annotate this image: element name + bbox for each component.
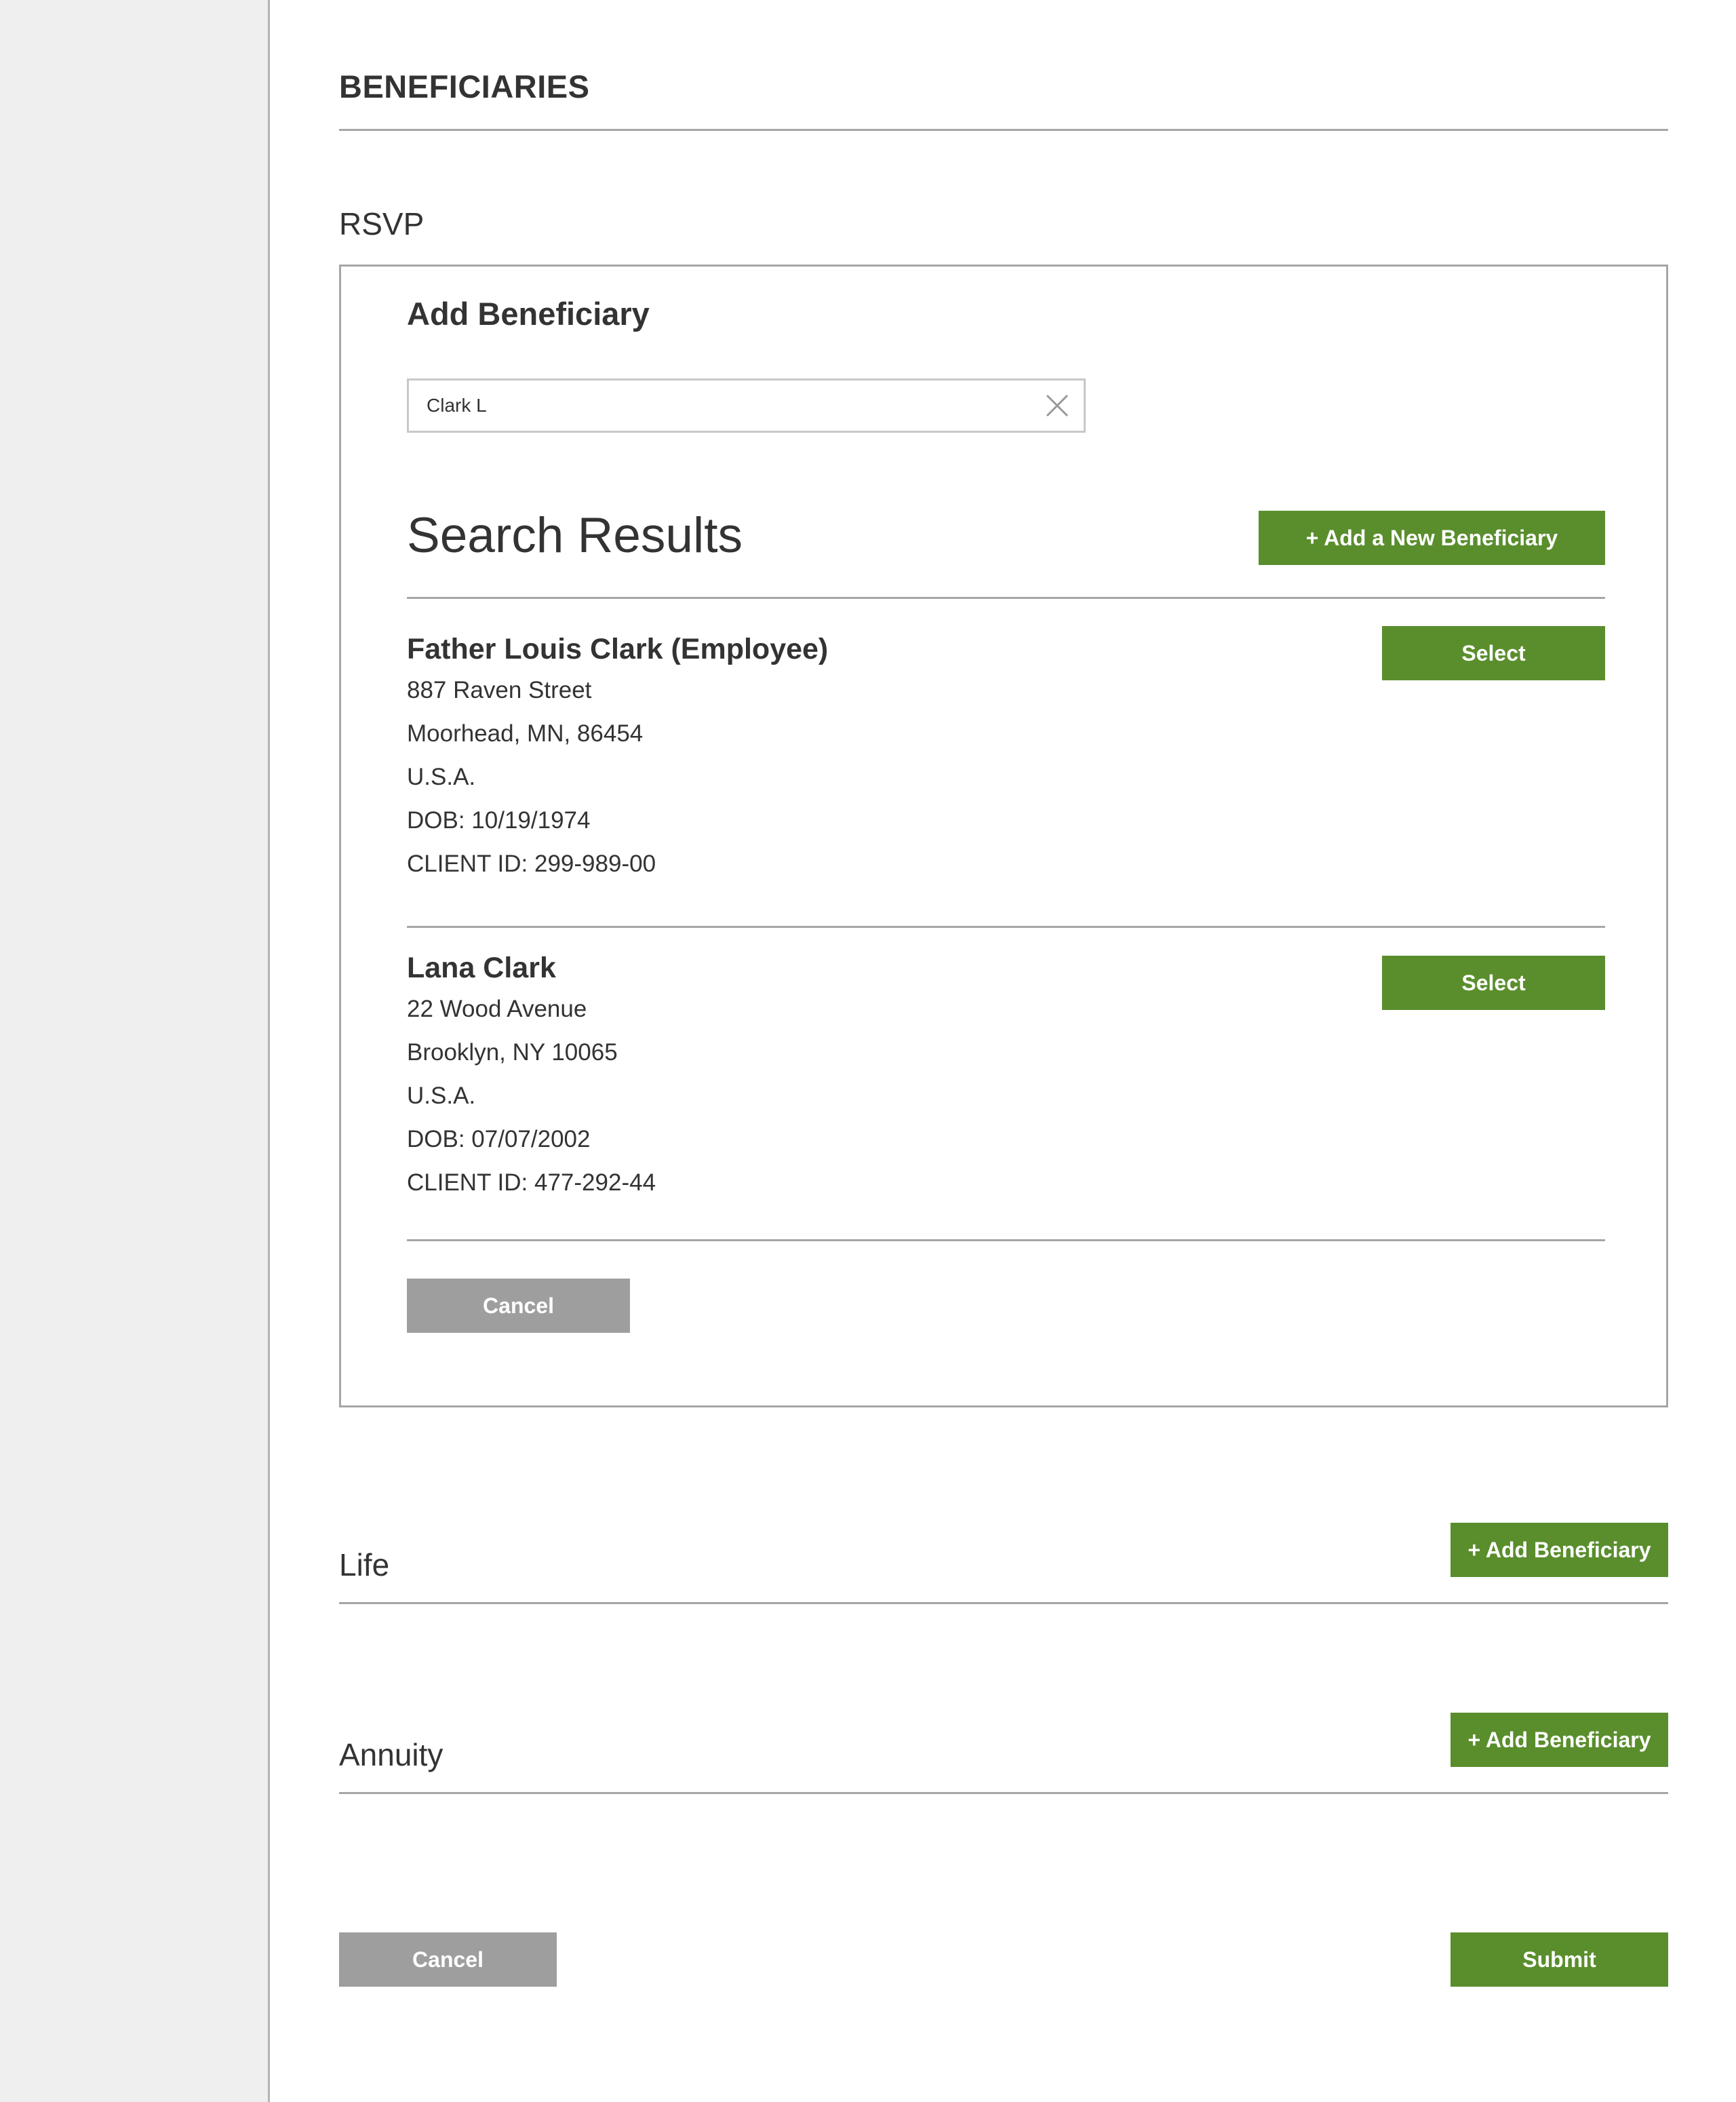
beneficiary-search-input[interactable] [427, 381, 1037, 431]
select-button[interactable]: Select [1382, 956, 1605, 1010]
annuity-add-beneficiary-button[interactable]: + Add Beneficiary [1451, 1713, 1668, 1767]
result-address-line2: Moorhead, MN, 86454 [407, 720, 644, 747]
submit-button[interactable]: Submit [1451, 1932, 1668, 1987]
rsvp-section-label: RSVP [339, 206, 425, 241]
life-divider [339, 1602, 1668, 1604]
result-dob: DOB: 07/07/2002 [407, 1126, 591, 1152]
result-name: Father Louis Clark (Employee) [407, 633, 829, 665]
result-dob: DOB: 10/19/1974 [407, 807, 591, 834]
result-client-id: CLIENT ID: 299-989-00 [407, 851, 656, 877]
annuity-divider [339, 1792, 1668, 1794]
annuity-section-label: Annuity [339, 1737, 443, 1772]
search-results-heading: Search Results [407, 508, 743, 563]
panel-cancel-button[interactable]: Cancel [407, 1279, 630, 1333]
close-icon[interactable] [1044, 393, 1070, 419]
add-new-beneficiary-button[interactable]: + Add a New Beneficiary [1259, 511, 1605, 565]
life-add-beneficiary-button[interactable]: + Add Beneficiary [1451, 1523, 1668, 1577]
result-address-line1: 887 Raven Street [407, 677, 592, 703]
beneficiary-search-box [407, 378, 1086, 433]
add-beneficiary-panel: Add Beneficiary Search Results + Add a N… [339, 265, 1668, 1407]
page-title: BENEFICIARIES [339, 69, 590, 104]
result-country: U.S.A. [407, 764, 476, 790]
results-end-divider [407, 1239, 1605, 1241]
result-divider [407, 926, 1605, 928]
select-button[interactable]: Select [1382, 626, 1605, 680]
result-address-line1: 22 Wood Avenue [407, 996, 587, 1022]
cancel-button[interactable]: Cancel [339, 1932, 557, 1987]
sidebar [0, 0, 270, 2102]
results-divider [407, 597, 1605, 599]
add-beneficiary-heading: Add Beneficiary [407, 296, 650, 332]
title-divider [339, 129, 1668, 131]
life-section-label: Life [339, 1547, 390, 1582]
result-country: U.S.A. [407, 1083, 476, 1109]
result-client-id: CLIENT ID: 477-292-44 [407, 1169, 656, 1196]
result-address-line2: Brooklyn, NY 10065 [407, 1039, 618, 1066]
result-name: Lana Clark [407, 952, 556, 984]
